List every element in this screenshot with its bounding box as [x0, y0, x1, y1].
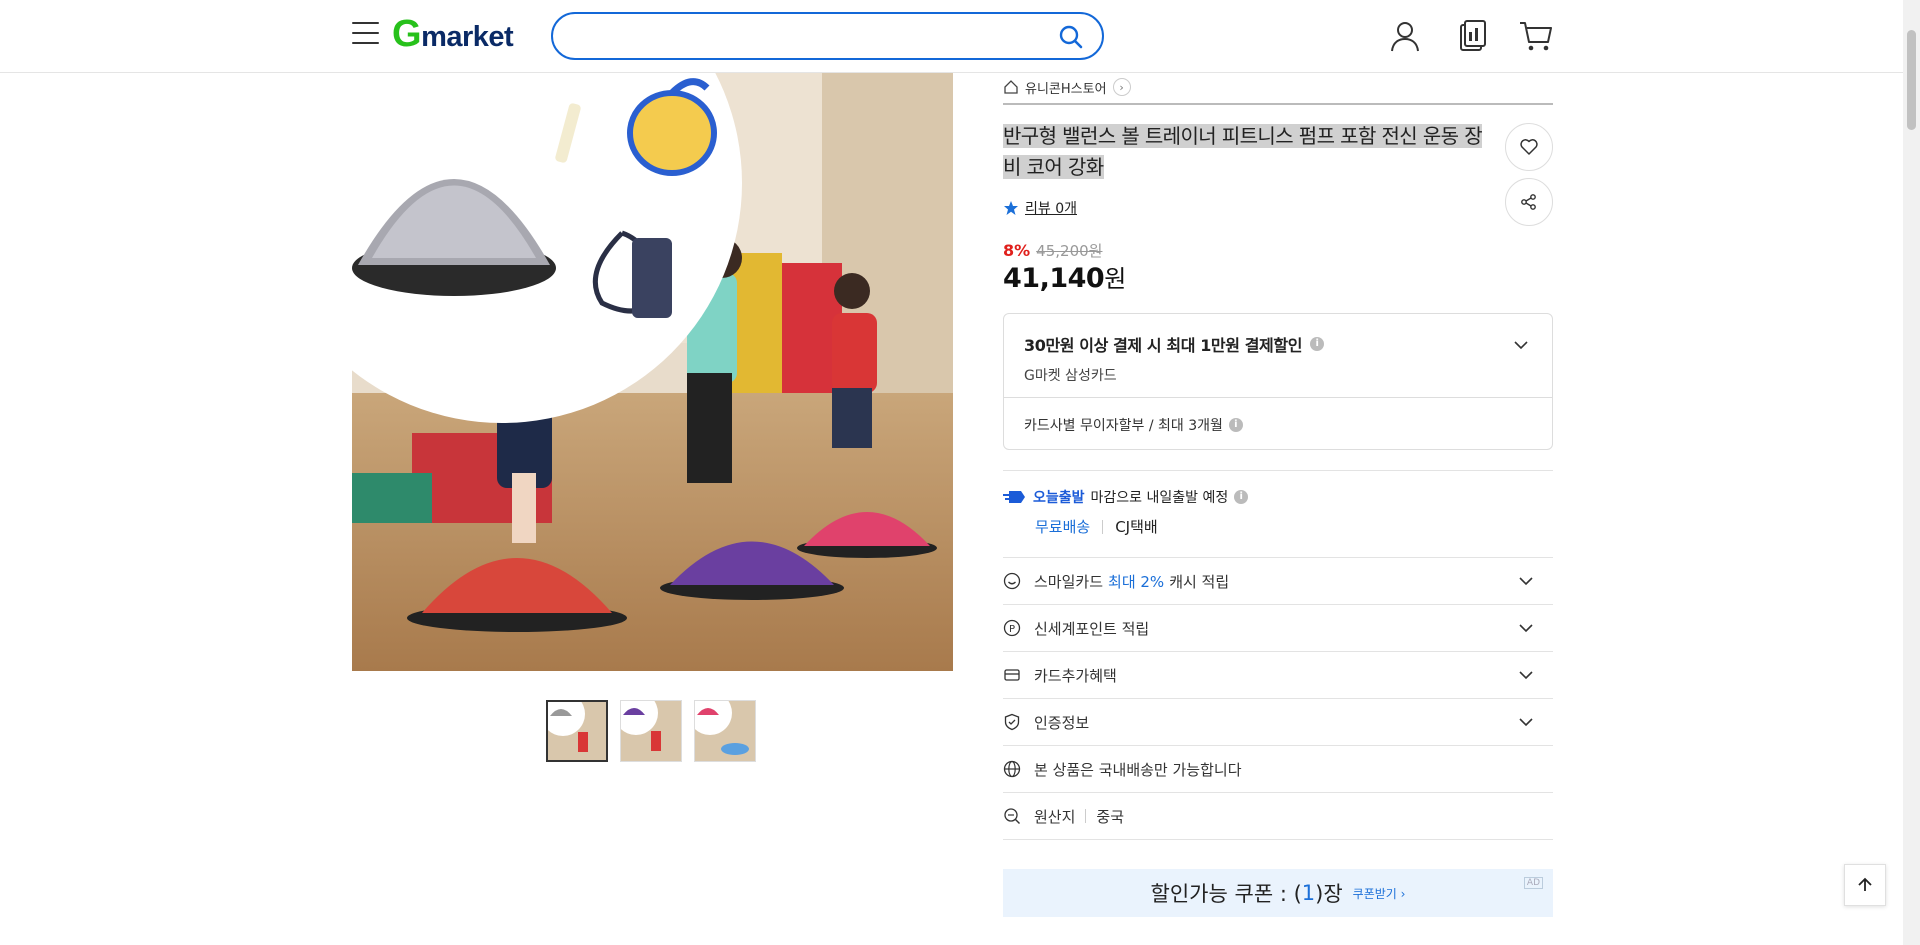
thumbnail-3[interactable]	[694, 700, 756, 762]
card-discount-toggle[interactable]: 30만원 이상 결제 시 최대 1만원 결제할인 i G마켓 삼성카드	[1004, 314, 1552, 398]
arrow-up-icon	[1858, 877, 1872, 891]
installment-text: 카드사별 무이자할부 / 최대 3개월	[1024, 418, 1223, 434]
coupon-prefix: 할인가능 쿠폰 : (	[1150, 882, 1302, 906]
benefit-highlight: 최대 2%	[1108, 572, 1165, 591]
point-icon: P	[1003, 619, 1021, 637]
certification-info[interactable]: 인증정보	[1003, 699, 1553, 745]
shinsegae-point-benefit[interactable]: P 신세계포인트 적립	[1003, 605, 1553, 651]
discount-row: 8% 45,200원	[1003, 240, 1102, 261]
review-link[interactable]: 리뷰 0개	[1025, 198, 1077, 218]
chevron-down-icon	[1519, 671, 1533, 680]
logo-g: G	[392, 13, 422, 55]
heart-icon	[1520, 139, 1538, 155]
chevron-down-icon	[1519, 577, 1533, 586]
thumbnail-3-image	[695, 701, 755, 761]
original-price: 45,200원	[1036, 242, 1103, 260]
share-button[interactable]	[1505, 178, 1553, 226]
user-icon[interactable]	[1387, 18, 1423, 54]
thumbnail-list	[546, 700, 756, 762]
separator	[1102, 519, 1104, 534]
gmarket-logo[interactable]: Gmarket	[392, 13, 514, 55]
divider	[1003, 103, 1553, 105]
thumbnail-2-image	[621, 701, 681, 761]
benefit-label: 스마일카드	[1034, 572, 1104, 591]
origin-value: 중국	[1096, 807, 1125, 826]
origin-info: 원산지 중국	[1003, 793, 1553, 839]
sale-price: 41,140원	[1003, 259, 1126, 294]
separator	[1085, 809, 1087, 823]
shield-check-icon	[1004, 713, 1020, 731]
benefit-suffix: 캐시 적립	[1169, 572, 1230, 591]
chevron-down-icon	[1514, 341, 1528, 350]
scroll-to-top-button[interactable]	[1844, 864, 1886, 906]
product-photo	[352, 73, 953, 671]
today-ship-label: 오늘출발	[1033, 490, 1085, 506]
divider	[1003, 839, 1553, 840]
menu-icon[interactable]	[352, 22, 379, 44]
scrollbar-thumb[interactable]	[1907, 30, 1916, 130]
card-discount-box: 30만원 이상 결제 시 최대 1만원 결제할인 i G마켓 삼성카드 카드사별 …	[1003, 313, 1553, 450]
get-coupon-link[interactable]: 쿠폰받기 ›	[1353, 885, 1406, 902]
info-icon[interactable]: i	[1228, 418, 1243, 432]
review-summary: 리뷰 0개	[1003, 198, 1077, 218]
globe-icon	[1003, 760, 1021, 778]
svg-text:P: P	[1009, 624, 1015, 635]
logo-text: market	[421, 21, 514, 53]
star-icon	[1004, 201, 1018, 215]
shipping-detail: 무료배송 CJ택배	[1035, 516, 1158, 537]
ad-badge: AD	[1523, 877, 1543, 889]
thumbnail-1[interactable]	[546, 700, 608, 762]
thumbnail-2[interactable]	[620, 700, 682, 762]
search-icon[interactable]	[1058, 24, 1084, 50]
benefit-label: 인증정보	[1034, 713, 1090, 732]
chevron-down-icon	[1519, 718, 1533, 727]
recent-items-icon[interactable]	[1454, 18, 1490, 54]
coupon-banner[interactable]: 할인가능 쿠폰 : (1)장 쿠폰받기 › AD	[1003, 869, 1553, 917]
product-main-image[interactable]	[352, 73, 953, 671]
free-shipping-label: 무료배송	[1035, 518, 1091, 536]
search-origin-icon	[1004, 808, 1020, 824]
discount-rate: 8%	[1003, 241, 1031, 260]
credit-card-icon	[1004, 669, 1020, 681]
share-icon	[1521, 194, 1536, 210]
chevron-down-icon	[1519, 624, 1533, 633]
scrollbar[interactable]	[1903, 0, 1920, 945]
info-icon[interactable]: i	[1234, 490, 1249, 504]
price-number: 41,140	[1003, 263, 1105, 294]
shipping-today: 오늘출발 마감으로 내일출발 예정 i	[1003, 487, 1249, 507]
cart-icon[interactable]	[1518, 18, 1554, 54]
coupon-count: 1	[1301, 881, 1316, 905]
benefit-label: 본 상품은 국내배송만 가능합니다	[1034, 760, 1242, 779]
search-input[interactable]	[573, 23, 1033, 51]
card-extra-benefit[interactable]: 카드추가혜택	[1003, 652, 1553, 698]
benefit-label: 카드추가혜택	[1034, 666, 1117, 685]
seller-link[interactable]: 유니콘H스토어 ›	[1003, 73, 1553, 101]
today-ship-text: 마감으로 내일출발 예정	[1090, 490, 1229, 506]
coupon-suffix: )장	[1315, 882, 1343, 906]
smilecard-benefit[interactable]: 스마일카드 최대 2% 캐시 적립	[1003, 558, 1553, 604]
domestic-shipping-notice: 본 상품은 국내배송만 가능합니다	[1003, 746, 1553, 792]
card-discount-headline: 30만원 이상 결제 시 최대 1만원 결제할인	[1024, 336, 1303, 355]
smile-icon	[1003, 572, 1021, 590]
benefit-label: 신세계포인트 적립	[1034, 619, 1150, 638]
thumbnail-1-image	[548, 702, 606, 760]
site-header: Gmarket	[0, 0, 1920, 73]
installment-info: 카드사별 무이자할부 / 최대 3개월 i	[1004, 398, 1552, 452]
search-box	[551, 12, 1104, 60]
price-unit: 원	[1104, 265, 1126, 293]
divider	[1003, 470, 1553, 471]
product-title: 반구형 밸런스 볼 트레이너 피트니스 펌프 포함 전신 운동 장비 코어 강화	[1003, 124, 1483, 179]
info-icon[interactable]: i	[1310, 337, 1325, 351]
chevron-right-icon: ›	[1112, 78, 1131, 96]
home-icon	[1004, 80, 1018, 94]
product-info-panel: 유니콘H스토어 › 반구형 밸런스 볼 트레이너 피트니스 펌프 포함 전신 운…	[1003, 73, 1553, 917]
fast-delivery-icon	[1003, 491, 1025, 503]
origin-label: 원산지	[1034, 807, 1076, 826]
card-name: G마켓 삼성카드	[1024, 368, 1117, 384]
wishlist-button[interactable]	[1505, 123, 1553, 171]
seller-name: 유니콘H스토어	[1025, 81, 1107, 97]
carrier-name: CJ택배	[1115, 518, 1158, 536]
